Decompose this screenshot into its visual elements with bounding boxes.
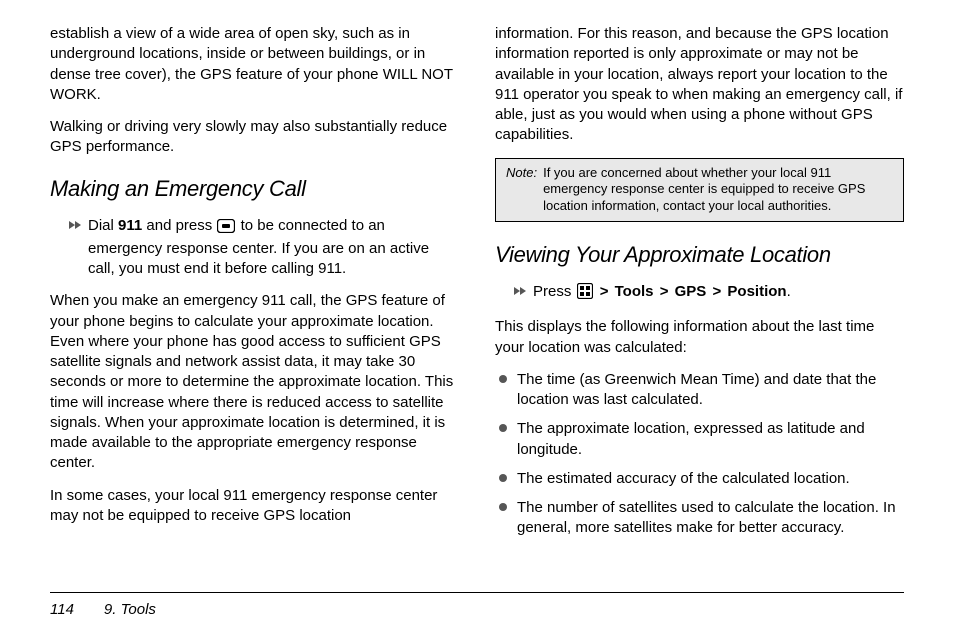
page-number: 114 [50,601,74,618]
note-text: If you are concerned about whether your … [543,165,893,216]
paragraph: establish a view of a wide area of open … [50,24,459,105]
bullet-list: The time (as Greenwich Mean Time) and da… [499,370,904,548]
step-text: Press > Tools > GPS > Position. [533,282,904,305]
paragraph: Walking or driving very slowly may also … [50,117,459,158]
text-part: . [787,283,791,300]
right-column: information. For this reason, and becaus… [495,24,904,579]
bullet-icon [499,474,517,482]
list-item: The approximate location, expressed as l… [499,419,904,460]
bullet-text: The estimated accuracy of the calculated… [517,469,904,489]
text-part: and press [142,217,216,234]
text-part: Dial [88,217,118,234]
paragraph: In some cases, your local 911 emergency … [50,486,459,527]
menu-key-icon [577,283,593,305]
bullet-icon [499,503,517,511]
step-text: Dial 911 and press to be connected to an… [88,216,459,280]
bullet-text: The number of satellites used to calcula… [517,498,904,539]
paragraph: When you make an emergency 911 call, the… [50,291,459,473]
separator: > [660,283,669,300]
paragraph: information. For this reason, and becaus… [495,24,904,146]
separator: > [600,283,609,300]
content-columns: establish a view of a wide area of open … [50,24,904,579]
arrow-icon [513,285,533,297]
text-bold: 911 [118,217,142,234]
note-box: Note: If you are concerned about whether… [495,158,904,223]
footer-content: 114 9. Tools [50,592,904,618]
heading-view-location: Viewing Your Approximate Location [495,242,904,268]
separator: > [712,283,721,300]
list-item: The estimated accuracy of the calculated… [499,469,904,489]
bullet-icon [499,375,517,383]
text-part: Press [533,283,576,300]
paragraph: This displays the following information … [495,317,904,358]
dial-key-icon [217,219,235,239]
step-item: Press > Tools > GPS > Position. [513,282,904,305]
section-title: 9. Tools [104,601,156,618]
bullet-text: The time (as Greenwich Mean Time) and da… [517,370,904,411]
list-item: The number of satellites used to calcula… [499,498,904,539]
breadcrumb-gps: GPS [675,283,707,300]
bullet-icon [499,424,517,432]
breadcrumb-position: Position [727,283,786,300]
note-label: Note: [506,165,537,216]
left-column: establish a view of a wide area of open … [50,24,459,579]
step-item: Dial 911 and press to be connected to an… [68,216,459,280]
breadcrumb-tools: Tools [615,283,654,300]
page-footer: 114 9. Tools [50,592,904,618]
heading-emergency-call: Making an Emergency Call [50,176,459,202]
list-item: The time (as Greenwich Mean Time) and da… [499,370,904,411]
bullet-text: The approximate location, expressed as l… [517,419,904,460]
arrow-icon [68,219,88,231]
